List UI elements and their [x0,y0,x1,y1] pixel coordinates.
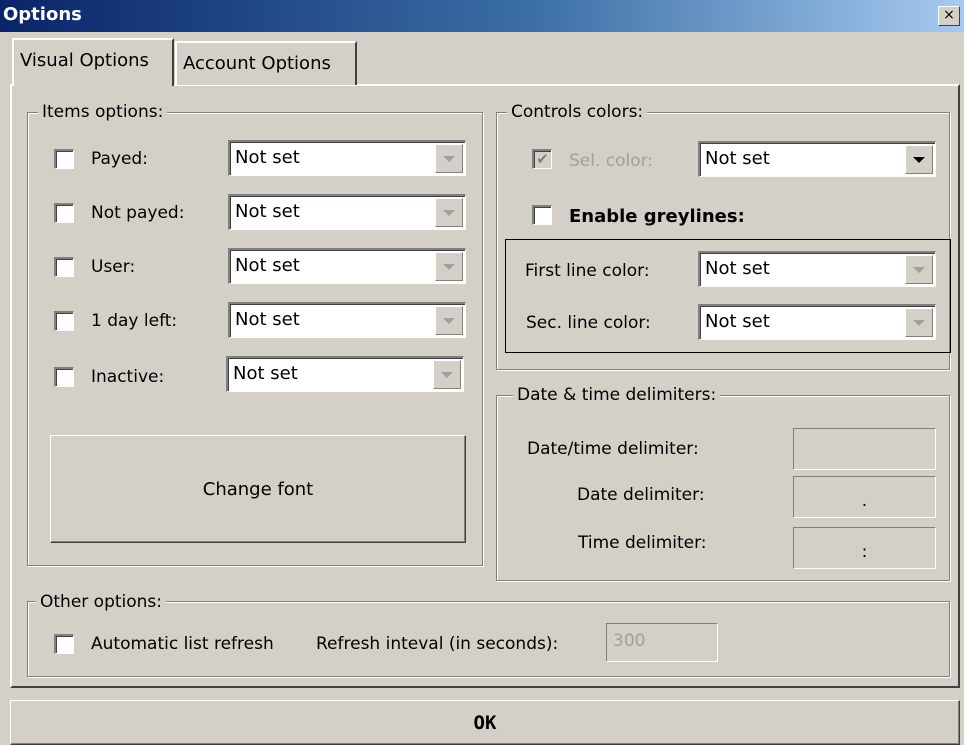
sel-color-value: Not set [705,148,770,169]
user-color-value: Not set [235,255,300,276]
sec-line-dropdown-button[interactable] [905,308,933,337]
close-button[interactable]: × [938,6,960,26]
datetime-delimiter-label: Date/time delimiter: [527,439,699,459]
chevron-down-icon [441,371,453,378]
refresh-interval-input[interactable]: 300 [606,623,718,662]
not-payed-color-value: Not set [235,201,300,222]
date-time-legend: Date & time delimiters: [513,385,721,405]
chevron-down-icon [913,319,925,326]
close-icon: × [943,7,955,23]
automatic-list-refresh-checkbox[interactable] [54,634,74,654]
sec-line-color-combo[interactable]: Not set [698,304,936,340]
controls-colors-legend: Controls colors: [507,102,648,122]
inactive-label: Inactive: [91,367,165,387]
title-bar [0,0,964,32]
first-line-color-combo[interactable]: Not set [698,251,936,287]
sel-color-combo[interactable]: Not set [698,141,936,177]
one-day-left-color-value: Not set [235,309,300,330]
chevron-down-icon [913,266,925,273]
chevron-down-icon [443,209,455,216]
tab-visual-options[interactable]: Visual Options [12,38,174,86]
one-day-left-checkbox[interactable] [54,311,74,331]
items-options-legend: Items options: [38,102,168,122]
sec-line-color-label: Sec. line color: [526,313,651,333]
not-payed-color-combo[interactable]: Not set [228,194,466,230]
one-day-left-dropdown-button[interactable] [435,306,463,335]
inactive-color-combo[interactable]: Not set [226,356,464,392]
one-day-left-label: 1 day left: [91,311,178,331]
time-delimiter-label: Time delimiter: [578,533,707,553]
not-payed-checkbox[interactable] [54,203,74,223]
inactive-color-value: Not set [233,363,298,384]
inactive-dropdown-button[interactable] [433,360,461,389]
chevron-down-icon [443,155,455,162]
change-font-label: Change font [202,478,314,500]
chevron-down-icon [913,156,925,163]
change-font-button[interactable]: Change font [50,435,466,543]
one-day-left-color-combo[interactable]: Not set [228,302,466,338]
first-line-dropdown-button[interactable] [905,255,933,284]
tab-visual-options-label: Visual Options [20,50,149,71]
enable-greylines-checkbox[interactable] [532,205,552,225]
payed-dropdown-button[interactable] [435,144,463,173]
check-icon: ✔ [536,150,549,168]
not-payed-label: Not payed: [91,203,185,223]
sel-color-label: Sel. color: [569,151,654,171]
refresh-interval-label: Refresh inteval (in seconds): [316,634,559,654]
payed-checkbox[interactable] [54,149,74,169]
chevron-down-icon [443,317,455,324]
tab-account-options[interactable]: Account Options [175,41,357,85]
payed-label: Payed: [91,149,148,169]
first-line-color-value: Not set [705,258,770,279]
chevron-down-icon [443,263,455,270]
user-label: User: [91,257,136,277]
user-checkbox[interactable] [54,257,74,277]
sec-line-color-value: Not set [705,311,770,332]
datetime-delimiter-field[interactable] [793,428,936,470]
first-line-color-label: First line color: [525,261,650,281]
window-title: Options [3,4,82,25]
payed-color-combo[interactable]: Not set [228,140,466,176]
user-dropdown-button[interactable] [435,252,463,281]
sel-color-dropdown-button[interactable] [905,145,933,174]
time-delimiter-field[interactable]: : [793,527,936,569]
sel-color-checkbox[interactable]: ✔ [532,149,552,169]
automatic-list-refresh-label: Automatic list refresh [91,634,274,654]
payed-color-value: Not set [235,147,300,168]
ok-button[interactable]: OK [10,700,960,745]
inactive-checkbox[interactable] [54,367,74,387]
other-options-legend: Other options: [36,592,167,612]
date-delimiter-field[interactable]: . [793,476,936,518]
enable-greylines-label: Enable greylines: [569,206,745,227]
ok-label: OK [473,711,497,734]
tab-account-options-label: Account Options [183,53,331,74]
user-color-combo[interactable]: Not set [228,248,466,284]
date-delimiter-label: Date delimiter: [577,485,705,505]
not-payed-dropdown-button[interactable] [435,198,463,227]
